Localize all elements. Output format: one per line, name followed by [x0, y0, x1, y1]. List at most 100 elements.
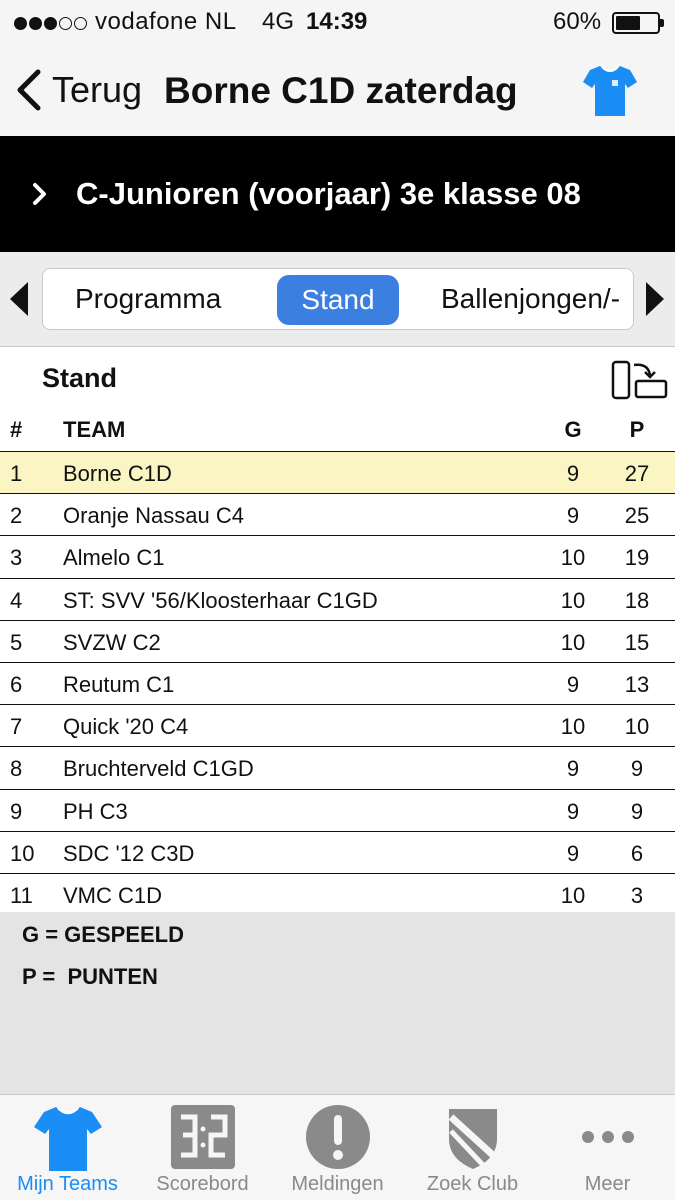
more-icon [582, 1131, 634, 1143]
row-rank: 1 [10, 461, 23, 486]
carrier-name: vodafone NL [95, 8, 237, 35]
legend-points: P = PUNTEN [22, 964, 158, 989]
row-played: 10 [560, 629, 586, 655]
row-played: 9 [566, 798, 580, 824]
table-row[interactable]: 8 Bruchterveld C1GD 9 9 [0, 746, 675, 788]
tabbar-zoek-club[interactable]: Zoek Club [405, 1095, 540, 1200]
row-team: Quick '20 C4 [63, 714, 189, 740]
competition-title: C-Junioren (voorjaar) 3e klasse 08 [76, 176, 581, 211]
header-rank: # [10, 417, 23, 442]
row-rank: 3 [10, 545, 23, 571]
row-rank: 10 [10, 840, 35, 866]
signal-strength-icon [14, 9, 89, 37]
table-row[interactable]: 10 SDC '12 C3D 9 6 [0, 830, 675, 873]
row-rank: 11 [10, 882, 33, 908]
row-points: 3 [630, 882, 644, 908]
standings-panel: Stand # TEAM G P 1 Borne C1D 9 27 2 Oran… [0, 346, 675, 916]
rotate-device-icon[interactable] [610, 359, 670, 401]
tabbar-scorebord[interactable]: Scorebord [135, 1095, 270, 1200]
row-rank: 2 [10, 503, 23, 529]
tabbar-mijn-teams[interactable]: Mijn Teams [0, 1095, 135, 1200]
row-team: Almelo C1 [63, 545, 165, 571]
tabbar-label: Zoek Club [426, 1173, 519, 1195]
segmented-control: Programma Stand Ballenjongen/- [42, 268, 634, 330]
row-team: SDC '12 C3D [63, 840, 195, 866]
row-played: 9 [566, 671, 580, 697]
status-bar: vodafone NL 4G 14:39 60% [0, 0, 675, 44]
header-played: G [564, 417, 582, 442]
shield-icon [448, 1109, 498, 1169]
chevron-left-icon [17, 69, 41, 111]
row-played: 10 [560, 545, 586, 571]
table-row[interactable]: 6 Reutum C1 9 13 [0, 661, 675, 704]
row-points: 6 [630, 840, 644, 866]
table-row[interactable]: 11 VMC C1D 10 3 [0, 872, 675, 916]
row-rank: 6 [10, 671, 23, 697]
table-row[interactable]: 4 ST: SVV '56/Kloosterhaar C1GD 10 18 [0, 577, 675, 620]
chevron-right-icon [33, 183, 46, 205]
page-title: Borne C1D zaterdag [164, 70, 518, 111]
row-played: 10 [560, 882, 586, 908]
standings-table: 1 Borne C1D 9 27 2 Oranje Nassau C4 9 25… [0, 451, 675, 916]
standings-legend: G = GESPEELD P = PUNTEN [0, 912, 675, 1094]
row-points: 9 [630, 756, 644, 782]
row-rank: 7 [10, 714, 23, 740]
tabbar-label: Scorebord [156, 1173, 249, 1195]
row-rank: 9 [10, 798, 23, 824]
row-rank: 4 [10, 587, 23, 613]
tab-ballenjongen[interactable]: Ballenjongen/- [441, 269, 620, 329]
tab-scroll-right-icon[interactable] [644, 280, 666, 318]
table-row[interactable]: 5 SVZW C2 10 15 [0, 619, 675, 662]
tabbar-label: Meer [584, 1173, 631, 1195]
table-row[interactable]: 9 PH C3 9 9 [0, 788, 675, 831]
table-row[interactable]: 1 Borne C1D 9 27 [0, 451, 675, 494]
row-team: Oranje Nassau C4 [63, 503, 244, 529]
row-points: 19 [624, 545, 650, 571]
status-time: 14:39 [306, 8, 368, 35]
tabs-area: Programma Stand Ballenjongen/- [0, 252, 675, 346]
row-points: 18 [624, 587, 650, 613]
network-type: 4G [262, 8, 295, 35]
row-points: 25 [624, 503, 650, 529]
row-points: 13 [624, 671, 650, 697]
row-played: 9 [566, 461, 580, 486]
back-button[interactable]: Terug [14, 66, 142, 114]
table-row[interactable]: 7 Quick '20 C4 10 10 [0, 704, 675, 746]
row-rank: 5 [10, 629, 23, 655]
exclamation-icon [306, 1105, 370, 1169]
row-team: VMC C1D [63, 882, 163, 908]
row-points: 9 [630, 798, 644, 824]
row-team: ST: SVV '56/Kloosterhaar C1GD [63, 587, 378, 613]
scoreboard-icon [171, 1105, 235, 1169]
navigation-bar: Terug Borne C1D zaterdag [0, 44, 675, 136]
carrier-info: vodafone NL [14, 8, 237, 37]
row-points: 10 [624, 714, 650, 740]
tab-programma[interactable]: Programma [75, 269, 221, 329]
header-points: P [629, 417, 645, 442]
row-played: 9 [566, 503, 580, 529]
tabbar-meldingen[interactable]: Meldingen [270, 1095, 405, 1200]
tab-scroll-left-icon[interactable] [8, 280, 30, 318]
legend-played: G = GESPEELD [22, 922, 184, 947]
row-played: 10 [560, 587, 586, 613]
row-team: Reutum C1 [63, 671, 175, 697]
row-points: 15 [624, 629, 650, 655]
row-team: PH C3 [63, 798, 128, 824]
tabbar-label: Meldingen [291, 1173, 384, 1195]
row-played: 10 [560, 714, 586, 740]
battery-percentage: 60% [553, 8, 602, 35]
back-label: Terug [52, 69, 143, 110]
competition-banner[interactable]: C-Junioren (voorjaar) 3e klasse 08 [0, 136, 675, 252]
tabbar-label: Mijn Teams [17, 1173, 118, 1195]
tabbar-meer[interactable]: Meer [540, 1095, 675, 1200]
table-row[interactable]: 2 Oranje Nassau C4 9 25 [0, 493, 675, 535]
row-played: 9 [566, 840, 580, 866]
table-row[interactable]: 3 Almelo C1 10 19 [0, 535, 675, 577]
row-team: Bruchterveld C1GD [63, 756, 254, 782]
table-header: # TEAM G P [0, 409, 675, 451]
shirt-icon [34, 1107, 102, 1171]
standings-title: Stand [42, 363, 118, 393]
shirt-icon[interactable] [582, 62, 638, 118]
row-team: SVZW C2 [63, 629, 161, 655]
tab-stand[interactable]: Stand [277, 275, 399, 325]
